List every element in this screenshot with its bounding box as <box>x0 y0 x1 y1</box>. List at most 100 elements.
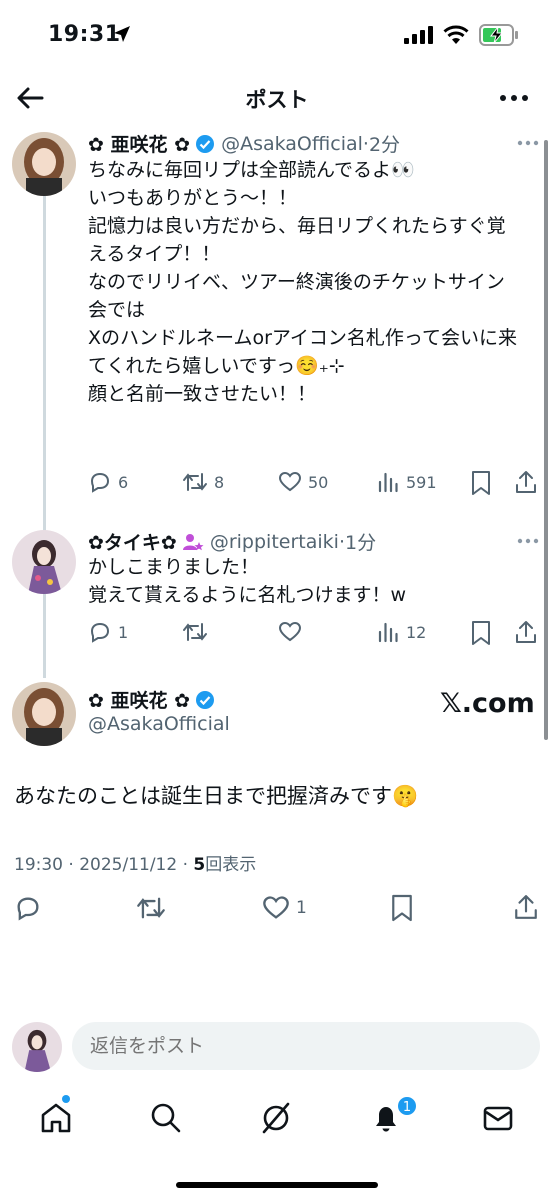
like-count: 1 <box>296 898 307 918</box>
repost-button[interactable]: 8 <box>182 470 224 494</box>
views-button[interactable]: 591 <box>376 470 437 494</box>
share-icon[interactable] <box>514 469 538 495</box>
verified-icon <box>196 134 215 153</box>
avatar <box>12 1022 62 1072</box>
more-icon[interactable] <box>516 137 540 149</box>
mail-icon <box>483 1106 513 1131</box>
text-line: 顔と名前一致させたい！！ <box>88 383 317 405</box>
repost-count: 8 <box>214 472 225 492</box>
repost-button[interactable] <box>182 620 208 644</box>
share-icon[interactable] <box>513 892 539 922</box>
cellular-signal-icon <box>404 26 433 44</box>
user-label-icon <box>182 533 204 550</box>
post-actions: 6 8 50 591 <box>88 468 538 498</box>
more-icon[interactable] <box>496 84 532 112</box>
main-post-actions: 1 <box>0 892 554 926</box>
repost-icon[interactable] <box>136 894 166 922</box>
reply-composer <box>0 1014 554 1078</box>
views-count: 591 <box>406 472 437 492</box>
timestamp: 1分 <box>345 532 377 554</box>
views-icon <box>378 622 398 643</box>
display-name[interactable]: ✿ 亜咲花 ✿ <box>88 686 190 713</box>
like-button[interactable]: 50 <box>278 470 328 494</box>
status-bar: 19:31 <box>0 0 554 70</box>
reply-button[interactable]: 6 <box>88 470 128 494</box>
tab-home[interactable] <box>34 1096 78 1140</box>
post-datetime: 19:30 · 2025/11/12 · <box>14 855 194 875</box>
more-icon[interactable] <box>516 535 540 547</box>
battery-charging-icon <box>479 24 518 46</box>
wifi-icon <box>443 25 469 44</box>
post-text: かしこまりました！ 覚えて貰えるように名札つけます！w <box>88 553 538 609</box>
verified-icon <box>196 690 215 709</box>
status-time: 19:31 <box>48 22 121 47</box>
nav-bar: ポスト <box>0 70 554 126</box>
reply-button[interactable]: 1 <box>88 620 128 644</box>
like-count: 50 <box>308 472 329 492</box>
views-count: 12 <box>406 622 427 642</box>
location-arrow-icon <box>114 26 130 42</box>
repost-icon <box>183 623 207 641</box>
post-header: ✿タイキ✿ @rippitertaiki · 1分 <box>88 528 376 555</box>
page-title: ポスト <box>245 88 309 112</box>
main-post-name: ✿ 亜咲花 ✿ <box>88 686 215 713</box>
main-post-text: あなたのことは誕生日まで把握済みです🤫 <box>14 784 419 808</box>
text-line: 覚えて貰えるように名札つけます！w <box>88 584 407 606</box>
bookmark-icon[interactable] <box>390 893 414 923</box>
repost-icon <box>183 473 207 491</box>
text-line: なのでリリイベ、ツアー終演後のチケットサイン <box>88 271 505 293</box>
post-text: ちなみに毎回リプは全部読んでるよ👀 いつもありがとう〜！！ 記憶力は良い方だから… <box>88 156 538 408</box>
search-icon <box>151 1103 181 1133</box>
handle[interactable]: @AsakaOfficial <box>221 133 363 155</box>
text-line: いつもありがとう〜！！ <box>88 187 298 209</box>
timestamp: 2分 <box>368 134 401 156</box>
tab-messages[interactable] <box>476 1096 520 1140</box>
avatar[interactable] <box>12 132 76 196</box>
reply-input[interactable] <box>72 1022 540 1070</box>
like-button[interactable]: 1 <box>262 894 307 922</box>
like-icon <box>263 896 289 919</box>
view-count: 5 <box>193 855 206 875</box>
home-icon <box>41 1103 71 1133</box>
grok-icon <box>262 1102 290 1134</box>
reply-count: 1 <box>118 622 129 642</box>
handle[interactable]: @rippitertaiki <box>210 531 339 553</box>
xcom-watermark: 𝕏.com <box>440 688 535 719</box>
display-name[interactable]: ✿ 亜咲花 ✿ <box>88 130 190 157</box>
post-meta: 19:30 · 2025/11/12 · 5回表示 <box>14 850 256 875</box>
bottom-tab-bar <box>0 1088 554 1158</box>
thread-connector <box>43 196 46 678</box>
share-icon[interactable] <box>514 619 538 645</box>
reply-icon[interactable] <box>14 894 42 922</box>
avatar[interactable] <box>12 682 76 746</box>
avatar[interactable] <box>12 530 76 594</box>
reply-count: 6 <box>118 472 129 492</box>
text-line: えるタイプ！！ <box>88 243 221 265</box>
text-line: てくれたら嬉しいですっ☺️₊⊹ <box>88 355 345 377</box>
text-line: 記憶力は良い方だから、毎日リプくれたらすぐ覚 <box>88 215 506 237</box>
scrollbar[interactable] <box>544 140 548 740</box>
handle[interactable]: @AsakaOfficial <box>88 713 230 735</box>
text-line: ちなみに毎回リプは全部読んでるよ👀 <box>88 159 415 181</box>
home-unread-dot <box>62 1095 70 1103</box>
notifications-badge: 1 <box>396 1095 418 1117</box>
like-icon <box>278 621 302 642</box>
views-button[interactable]: 12 <box>376 620 426 644</box>
tab-grok[interactable] <box>254 1096 298 1140</box>
text-line: かしこまりました！ <box>88 556 260 578</box>
post-header: ✿ 亜咲花 ✿ @AsakaOfficial · 2分 <box>88 130 400 157</box>
bookmark-icon[interactable] <box>470 620 492 646</box>
tab-search[interactable] <box>144 1096 188 1140</box>
reply-icon <box>90 472 110 493</box>
text-line: Xのハンドルネームorアイコン名札作って会いに来 <box>88 327 517 349</box>
reply-icon <box>90 622 110 643</box>
display-name[interactable]: ✿タイキ✿ <box>88 528 177 555</box>
post-actions: 1 12 <box>88 618 538 648</box>
bookmark-icon[interactable] <box>470 470 492 496</box>
views-icon <box>378 472 398 493</box>
like-button[interactable] <box>278 620 302 644</box>
home-indicator[interactable] <box>176 1182 378 1188</box>
view-label: 回表示 <box>205 855 257 875</box>
text-line: 会では <box>88 299 146 321</box>
like-icon <box>278 471 302 492</box>
